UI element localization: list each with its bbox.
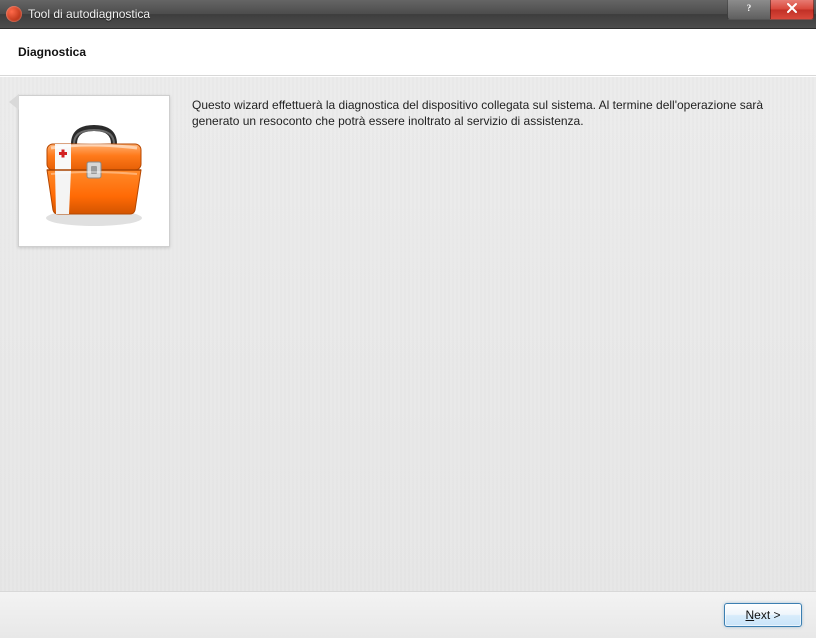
svg-text:?: ? (747, 3, 752, 13)
app-icon (6, 6, 22, 22)
page-title: Diagnostica (18, 45, 86, 59)
help-button[interactable]: ? (727, 0, 771, 20)
next-label-rest: ext > (754, 608, 780, 622)
titlebar: Tool di autodiagnostica ? (0, 0, 816, 29)
close-icon (786, 2, 798, 17)
wizard-description: Questo wizard effettuerà la diagnostica … (192, 95, 792, 129)
footer-bar: Next > (0, 591, 816, 638)
toolbox-icon (29, 110, 159, 233)
header-strip: Diagnostica (0, 29, 816, 76)
content-area: Questo wizard effettuerà la diagnostica … (0, 76, 816, 591)
help-icon: ? (743, 2, 755, 17)
next-button[interactable]: Next > (724, 603, 802, 627)
wizard-illustration (18, 95, 170, 247)
window-title: Tool di autodiagnostica (28, 7, 150, 21)
close-button[interactable] (770, 0, 814, 20)
window-controls: ? (727, 0, 814, 20)
next-hotkey-letter: N (745, 608, 754, 622)
wizard-window: Tool di autodiagnostica ? Diagnostica (0, 0, 816, 638)
